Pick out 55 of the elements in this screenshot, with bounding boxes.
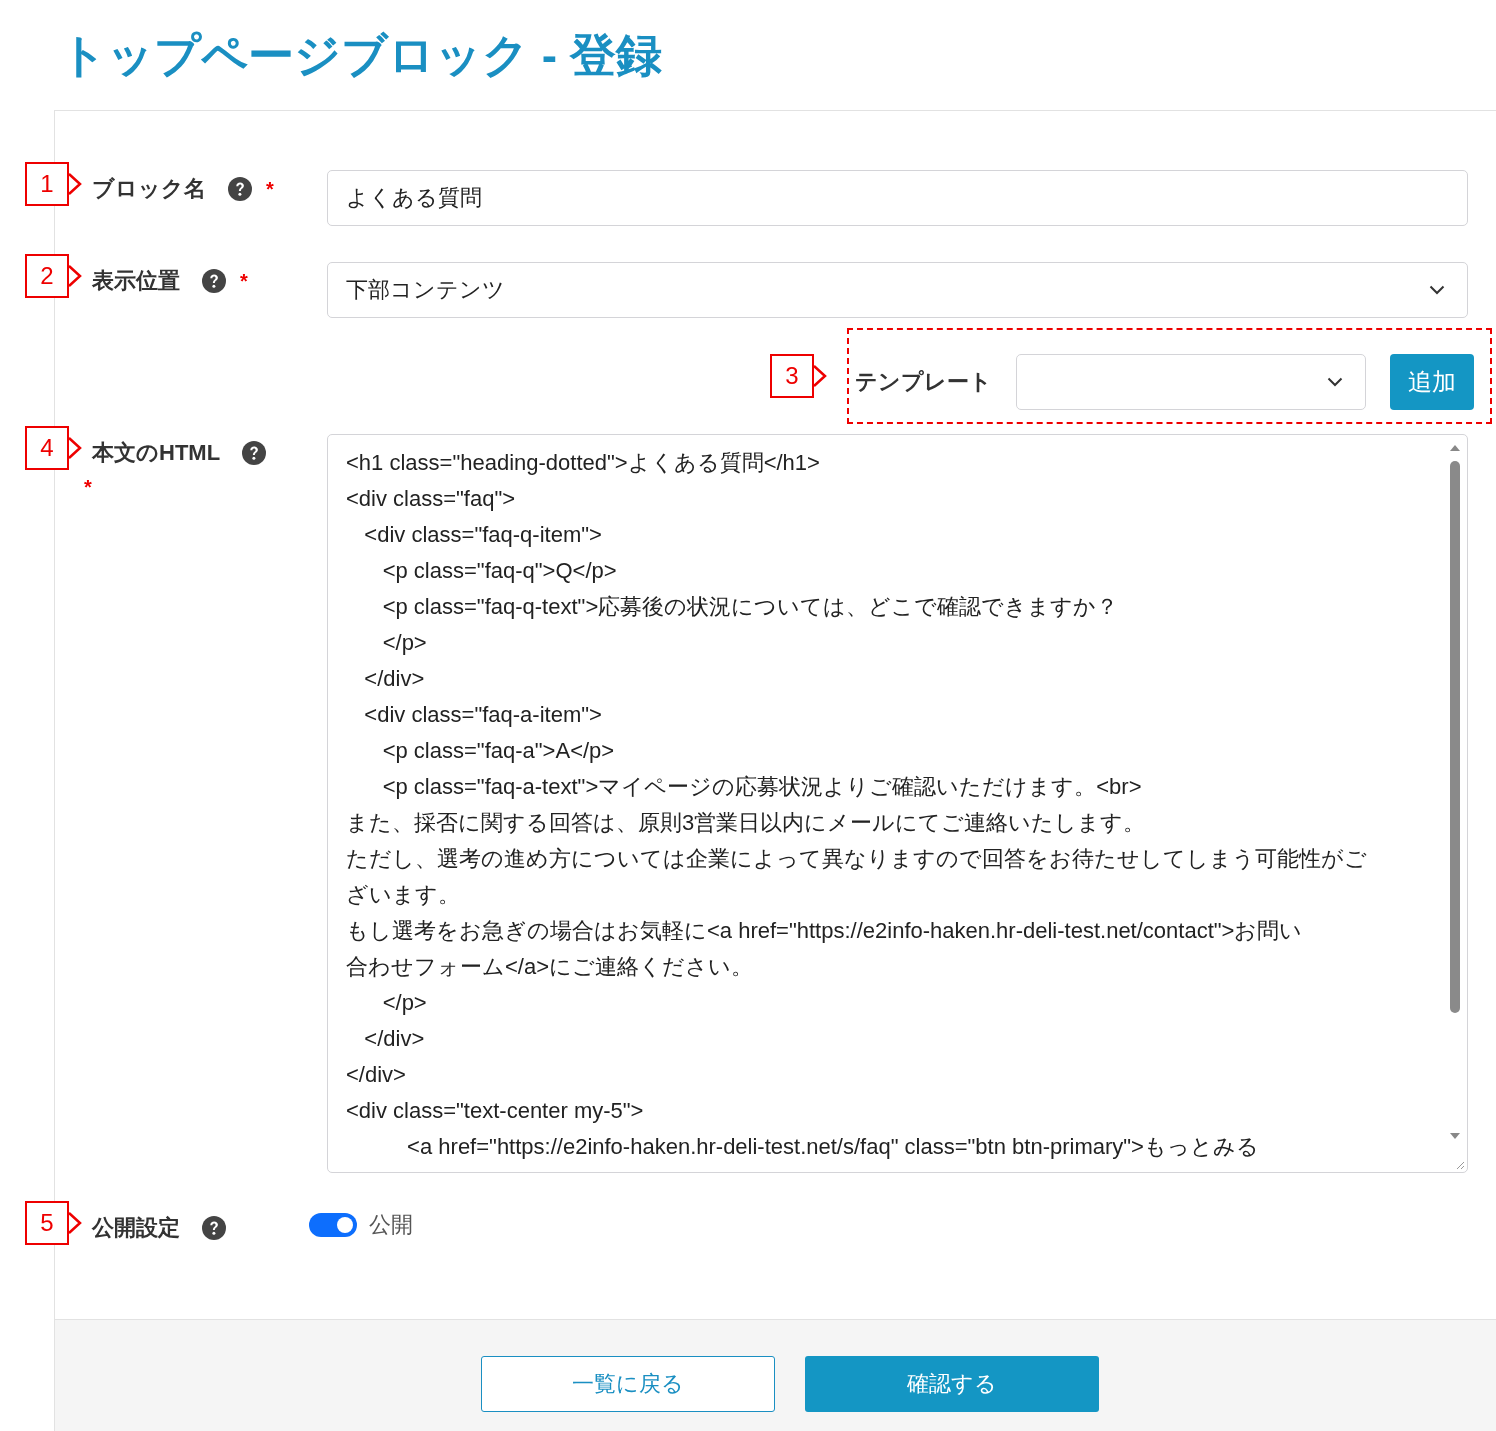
code-line: </div> (363, 665, 426, 693)
back-button[interactable]: 一覧に戻る (481, 1356, 775, 1412)
pointer-icon (813, 365, 827, 387)
help-icon[interactable] (242, 441, 267, 465)
pointer-icon (68, 265, 82, 287)
code-line: </p> (381, 989, 428, 1017)
code-line: <p class="faq-q-text">応募後の状況については、どこで確認できますか？ (381, 593, 1120, 621)
chevron-down-icon (1327, 377, 1343, 387)
required-mark: * (84, 476, 92, 499)
add-button[interactable]: 追加 (1390, 354, 1474, 410)
pointer-icon (68, 1212, 82, 1234)
code-line: ざいます。 (346, 881, 461, 909)
publish-toggle[interactable] (309, 1213, 357, 1237)
pointer-icon (68, 173, 82, 195)
callout-number: 5 (25, 1201, 69, 1245)
code-line: <div class="faq"> (346, 485, 517, 513)
confirm-button[interactable]: 確認する (805, 1356, 1099, 1412)
field-label: ブロック名 (92, 175, 206, 203)
chevron-down-icon (1429, 285, 1445, 295)
position-select[interactable]: 下部コンテンツ (327, 262, 1468, 318)
code-line: <p class="faq-q">Q</p> (381, 557, 618, 585)
block-name-input[interactable]: よくある質問 (327, 170, 1468, 226)
code-line: ただし、選考の進め方については企業によって異なりますので回答をお待たせしてしまう可能性がご (346, 845, 1368, 873)
page-title: トップページブロック - 登録 (59, 28, 663, 83)
resize-grip-icon[interactable] (1455, 1160, 1465, 1170)
required-mark: * (266, 177, 274, 201)
code-line: </div> (346, 1061, 407, 1089)
select-value: 下部コンテンツ (346, 276, 505, 304)
required-mark: * (240, 269, 248, 293)
code-line: <a href="https://e2info-haken.hr-deli-test.net/s/faq" class="btn btn-primary">もっとみる (406, 1133, 1260, 1161)
code-line: また、採否に関する回答は、原則3営業日以内にメールにてご連絡いたします。 (346, 809, 1147, 837)
field-label: 本文のHTML (92, 439, 221, 467)
code-line: <p class="faq-a-text">マイページの応募状況よりご確認いただけます。<br> (381, 773, 1143, 801)
code-line: </div> (363, 1025, 426, 1053)
callout-number: 2 (25, 254, 69, 298)
code-line: <div class="faq-a-item"> (363, 701, 603, 729)
help-icon[interactable] (202, 269, 226, 293)
help-icon[interactable] (202, 1216, 226, 1240)
html-textarea[interactable] (327, 434, 1468, 1173)
code-line: <h1 class="heading-dotted">よくある質問</h1> (346, 449, 821, 477)
callout-number: 3 (770, 354, 814, 398)
field-label: 公開設定 (92, 1214, 180, 1242)
code-line: </p> (381, 629, 428, 657)
code-line: 合わせフォーム</a>にご連絡ください。 (346, 953, 755, 981)
callout-number: 4 (25, 426, 69, 470)
code-line: <div class="text-center my-5"> (346, 1097, 645, 1125)
code-line: もし選考をお急ぎの場合はお気軽に<a href="https://e2info-haken.hr-deli-test.net/contact">お問い (346, 917, 1304, 945)
field-label: 表示位置 (92, 267, 180, 295)
help-icon[interactable] (228, 177, 252, 201)
callout-number: 1 (25, 162, 69, 206)
code-line: <p class="faq-a">A</p> (381, 737, 616, 765)
pointer-icon (68, 437, 82, 459)
code-line: <div class="faq-q-item"> (363, 521, 603, 549)
toggle-label: 公開 (369, 1211, 413, 1239)
template-label: テンプレート (855, 368, 992, 396)
